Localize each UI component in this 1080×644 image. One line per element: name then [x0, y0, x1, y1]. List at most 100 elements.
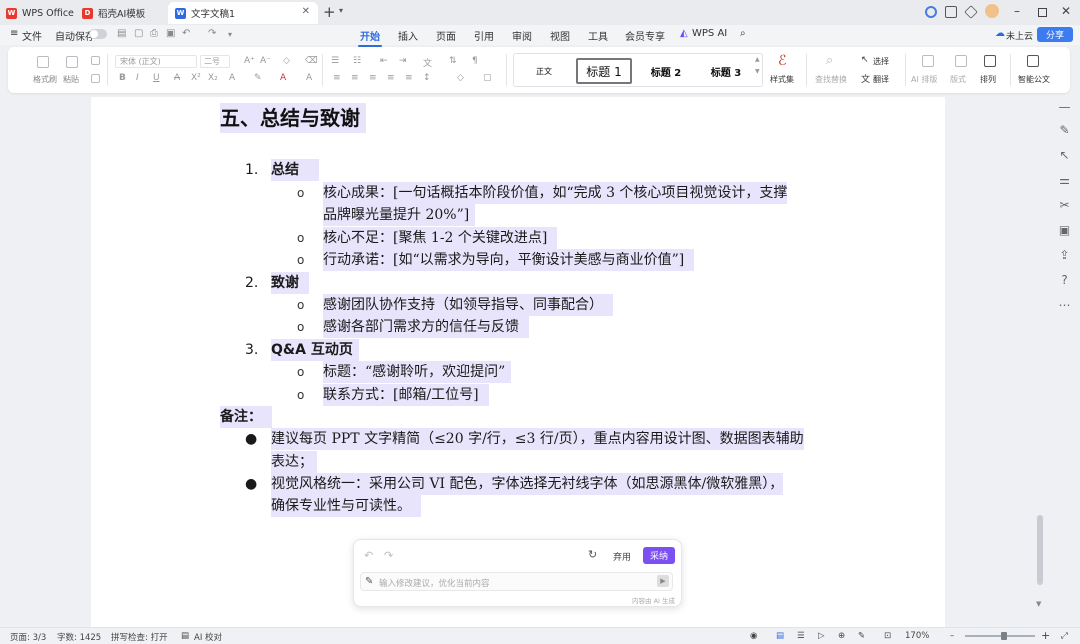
tab-list-chevron-icon[interactable]: ▾ [339, 6, 343, 15]
distribute-icon[interactable]: ≡ [405, 73, 413, 83]
accept-button[interactable]: 采纳 [643, 547, 675, 564]
underline-icon[interactable]: U [153, 73, 160, 83]
play-icon[interactable]: ▷ [818, 631, 825, 641]
vertical-scrollbar[interactable] [1037, 515, 1043, 585]
image-icon[interactable]: ▣ [1058, 224, 1071, 237]
cube-icon[interactable] [964, 5, 978, 19]
justify-icon[interactable]: ≡ [387, 73, 395, 83]
copy-icon[interactable] [91, 74, 100, 83]
redo-icon[interactable]: ↷ [208, 28, 216, 39]
char-shading-icon[interactable]: A [306, 73, 312, 83]
close-window-icon[interactable]: ✕ [1061, 4, 1071, 18]
layout-icon[interactable] [955, 55, 967, 67]
hamburger-icon[interactable]: ≡ [10, 28, 18, 39]
paste-icon[interactable] [66, 56, 78, 68]
number-list-icon[interactable]: ☷ [353, 56, 361, 66]
format-painter-icon[interactable] [37, 56, 49, 68]
undo-icon[interactable]: ↶ [182, 28, 190, 39]
find-replace-icon[interactable]: ⌕ [826, 53, 833, 68]
web-view-icon[interactable]: ⊕ [838, 631, 845, 641]
eye-icon[interactable]: ◉ [750, 631, 757, 641]
print-icon[interactable]: ⎙ [150, 28, 158, 39]
eraser-icon[interactable]: ⌫ [305, 56, 318, 66]
italic-icon[interactable]: I [136, 73, 139, 83]
minimize-icon[interactable]: – [1014, 4, 1020, 18]
smart-doc-label[interactable]: 智能公文 [1018, 74, 1050, 85]
outdent-icon[interactable]: ⇤ [380, 56, 388, 66]
style-heading-1[interactable]: 标题 1 [576, 58, 632, 84]
tab-start[interactable]: 开始 [358, 28, 382, 47]
zoom-slider-thumb[interactable] [1001, 632, 1007, 640]
style-heading-2[interactable]: 标题 2 [638, 58, 694, 84]
fullscreen-icon[interactable]: ⤢ [1061, 631, 1068, 641]
bullet-list-icon[interactable]: ☰ [331, 56, 339, 66]
tab-page[interactable]: 页面 [436, 28, 456, 43]
colorful-circle-icon[interactable] [925, 6, 937, 18]
close-tab-icon[interactable]: ✕ [302, 6, 310, 17]
indent-icon[interactable]: ⇥ [399, 56, 407, 66]
file-menu[interactable]: 文件 [22, 28, 42, 43]
search-icon[interactable]: ⌕ [740, 28, 746, 39]
adjust-icon[interactable]: ⚌ [1058, 174, 1071, 187]
share-button[interactable]: 分享 [1037, 27, 1073, 42]
font-color-icon[interactable]: A [280, 73, 286, 83]
regenerate-icon[interactable]: ↻ [588, 548, 597, 561]
style-set-icon[interactable]: ℰ [778, 53, 786, 69]
style-scroll-up-icon[interactable]: ▲ [755, 56, 760, 63]
ai-layout-icon[interactable] [922, 55, 934, 67]
tab-docer[interactable]: D 稻壳AI模板 [82, 2, 166, 24]
tab-insert[interactable]: 插入 [398, 28, 418, 43]
chinese-layout-icon[interactable]: 文 [423, 56, 432, 69]
window-icon[interactable] [945, 6, 957, 18]
zoom-slider[interactable] [965, 635, 1035, 637]
clear-format-icon[interactable]: ◇ [283, 56, 290, 66]
tab-tools[interactable]: 工具 [588, 28, 608, 43]
border-icon[interactable]: ▢ [483, 73, 492, 83]
redo-icon[interactable]: ↷ [384, 549, 393, 562]
tab-document[interactable]: W 文字文稿1 ✕ [168, 2, 318, 24]
font-size-select[interactable]: 二号 [200, 55, 230, 68]
shading-icon[interactable]: ◇ [457, 73, 464, 83]
layout-label[interactable]: 版式 [950, 74, 966, 85]
highlight-icon[interactable]: ✎ [254, 73, 262, 83]
restore-icon[interactable] [1038, 8, 1047, 17]
avatar[interactable] [985, 4, 999, 18]
align-right-icon[interactable]: ≡ [369, 73, 377, 83]
cut-icon[interactable] [91, 56, 100, 65]
tab-review[interactable]: 审阅 [512, 28, 532, 43]
arrange-label[interactable]: 排列 [980, 74, 996, 85]
style-heading-3[interactable]: 标题 3 [698, 58, 754, 84]
more-icon[interactable]: ⋯ [1058, 299, 1071, 312]
style-scroll-down-icon[interactable]: ▼ [755, 68, 760, 75]
page-view-icon[interactable]: ▤ [776, 631, 784, 641]
send-icon[interactable]: ▶ [657, 575, 669, 587]
tools-icon[interactable]: ✂ [1058, 199, 1071, 212]
print-preview-icon[interactable]: ▣ [166, 28, 175, 39]
pointer-icon[interactable]: ↖ [1058, 149, 1071, 162]
outline-view-icon[interactable]: ☰ [797, 631, 805, 641]
collapse-icon[interactable]: — [1058, 101, 1071, 114]
zoom-in-icon[interactable]: + [1041, 629, 1050, 642]
strikethrough-icon[interactable]: A [174, 73, 180, 83]
increase-font-icon[interactable]: A⁺ [244, 56, 255, 66]
subscript-icon[interactable]: X₂ [208, 73, 218, 83]
find-replace-label[interactable]: 查找替换 [815, 74, 847, 85]
translate-button[interactable]: 翻译 [873, 74, 889, 85]
tab-reference[interactable]: 引用 [474, 28, 494, 43]
superscript-icon[interactable]: X² [191, 73, 201, 83]
arrange-icon[interactable] [984, 55, 996, 67]
pen-icon[interactable]: ✎ [1058, 124, 1071, 137]
page-counter[interactable]: 页面: 3/3 [10, 631, 46, 643]
sort-icon[interactable]: ⇅ [449, 56, 457, 66]
select-button[interactable]: 选择 [873, 56, 889, 67]
discard-button[interactable]: 弃用 [608, 548, 636, 564]
zoom-out-icon[interactable]: – [950, 631, 954, 641]
export-pdf-icon[interactable]: ▢ [134, 28, 143, 39]
spellcheck-status[interactable]: 拼写检查: 打开 [111, 631, 168, 643]
align-left-icon[interactable]: ≡ [333, 73, 341, 83]
show-marks-icon[interactable]: ¶ [472, 56, 478, 66]
tab-view[interactable]: 视图 [550, 28, 570, 43]
cloud-status[interactable]: 未上云 [1006, 29, 1033, 42]
ai-layout-label[interactable]: AI 排版 [911, 74, 937, 85]
align-center-icon[interactable]: ≡ [351, 73, 359, 83]
